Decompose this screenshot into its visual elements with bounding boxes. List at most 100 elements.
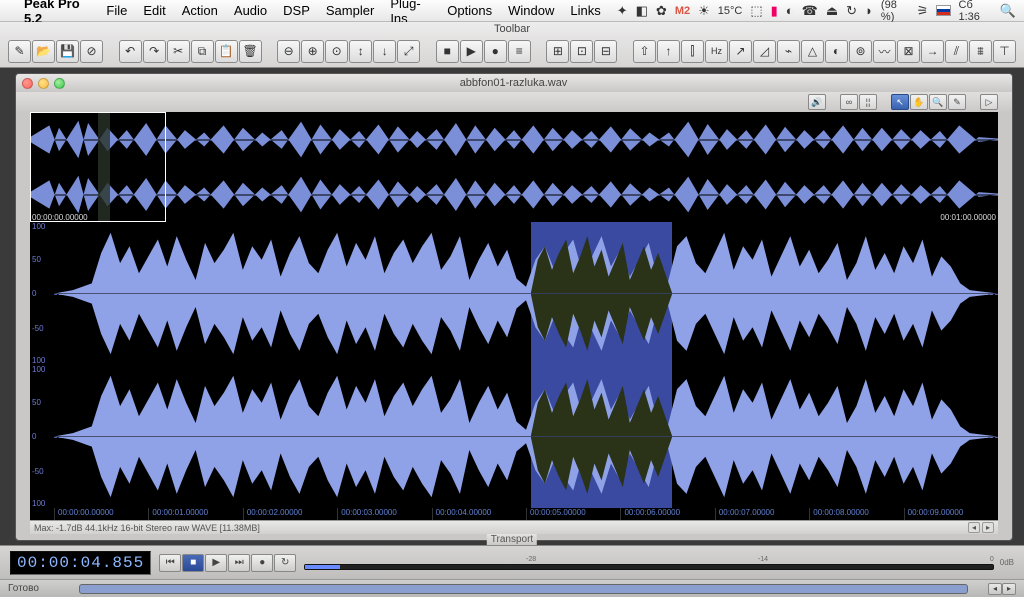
record-button[interactable]: ● (484, 40, 507, 63)
menu-options[interactable]: Options (447, 3, 492, 18)
copy-button[interactable]: ⧉ (191, 40, 214, 63)
axis-label: 100 (32, 365, 45, 374)
delete-button[interactable]: 🗑 (239, 40, 262, 63)
document-title: abbfon01-razluka.wav (65, 77, 962, 89)
axis-label: 100 (32, 356, 45, 365)
play-button[interactable]: ▶ (205, 554, 227, 572)
save-button[interactable]: 💾 (56, 40, 79, 63)
menu-links[interactable]: Links (570, 3, 600, 18)
forward-button[interactable]: ⏭ (228, 554, 250, 572)
waveform-area[interactable]: 100 50 0 -50 100 100 50 0 -50 100 (30, 222, 998, 520)
batch-button[interactable]: ⊡ (570, 40, 593, 63)
view-button[interactable]: ⤢ (397, 40, 420, 63)
dsp-button[interactable]: △ (801, 40, 824, 63)
channel-right[interactable]: 100 50 0 -50 100 (30, 365, 998, 508)
loop-mode-button[interactable]: ∞ (840, 94, 858, 110)
zoom-out-button[interactable]: ⊖ (277, 40, 300, 63)
marker-mode-button[interactable]: ¦¦ (859, 94, 877, 110)
record-button[interactable]: ● (251, 554, 273, 572)
document-titlebar[interactable]: abbfon01-razluka.wav (16, 74, 1012, 92)
speaker-button[interactable]: 🔊 (808, 94, 826, 110)
scroll-arrow-button[interactable]: ▸ (982, 522, 994, 533)
gmail-icon[interactable]: M2 (675, 5, 690, 17)
menuextra-icon[interactable]: ⏏ (826, 3, 838, 19)
menuextra-icon[interactable]: ⬚ (750, 3, 762, 19)
hand-tool-button[interactable]: ✋ (910, 94, 928, 110)
playlist-button[interactable]: ⊞ (546, 40, 569, 63)
pencil-tool-button[interactable]: ✎ (948, 94, 966, 110)
status-progress-track[interactable] (79, 584, 968, 594)
time-ruler[interactable]: 00:00:00.00000 00:00:01.00000 00:00:02.0… (30, 508, 998, 520)
dsp-button[interactable]: 〰 (873, 40, 896, 63)
cut-button[interactable]: ✂ (167, 40, 190, 63)
dsp-button[interactable]: ↗ (729, 40, 752, 63)
window-zoom-icon[interactable] (54, 78, 65, 89)
dsp-button[interactable]: ⇧ (633, 40, 656, 63)
menuextra-icon[interactable]: ✿ (656, 3, 667, 19)
zoom-tool-button[interactable]: 🔍 (929, 94, 947, 110)
undo-button[interactable]: ↶ (119, 40, 142, 63)
menu-action[interactable]: Action (182, 3, 218, 18)
zoom-fit-button[interactable]: ⊙ (325, 40, 348, 63)
battery-icon[interactable]: ◗ (865, 3, 873, 18)
rewind-button[interactable]: ⏮ (159, 554, 181, 572)
dsp-button[interactable]: ◿ (753, 40, 776, 63)
play-button[interactable]: ▶ (460, 40, 483, 63)
dsp-button[interactable]: ⊤ (993, 40, 1016, 63)
overview-viewport-box[interactable] (30, 112, 166, 222)
timemachine-icon[interactable]: ↻ (846, 3, 857, 19)
clock[interactable]: Сб 1:36 (959, 0, 992, 23)
transport-bar: Transport 00:00:04.855 ⏮ ■ ▶ ⏭ ● ↻ -28 -… (0, 545, 1024, 579)
dsp-button[interactable]: ◐ (825, 40, 848, 63)
dsp-button[interactable]: Hz (705, 40, 728, 63)
scroll-arrow-button[interactable]: ◂ (968, 522, 980, 533)
menu-audio[interactable]: Audio (234, 3, 267, 18)
paste-button[interactable]: 📋 (215, 40, 238, 63)
dropbox-icon[interactable]: ◧ (636, 3, 648, 19)
overview-strip[interactable]: 00:00:00.00000 00:01:00.00000 (30, 112, 998, 222)
menuextra-icon[interactable]: ✦ (617, 3, 628, 19)
stop-button[interactable]: ■ (436, 40, 459, 63)
vbox-button[interactable]: ⊟ (594, 40, 617, 63)
menu-edit[interactable]: Edit (143, 3, 165, 18)
input-source-flag-icon[interactable] (936, 5, 950, 16)
menu-file[interactable]: File (106, 3, 127, 18)
play-selection-button[interactable]: ▷ (980, 94, 998, 110)
wifi-icon[interactable]: ⚞ (917, 3, 929, 19)
dsp-button[interactable]: ⊚ (849, 40, 872, 63)
stop-button[interactable]: ■ (182, 554, 204, 572)
dsp-button[interactable]: ↑ (657, 40, 680, 63)
dsp-button[interactable]: → (921, 40, 944, 63)
dsp-button[interactable]: ⫿ (681, 40, 704, 63)
arrow-tool-button[interactable]: ↖ (891, 94, 909, 110)
document-info-bar: Max: -1.7dB 44.1kHz 16-bit Stereo raw WA… (30, 520, 998, 534)
loop-button[interactable]: ↻ (274, 554, 296, 572)
close-button[interactable]: ⊘ (80, 40, 103, 63)
document-toolbar: 🔊 ∞ ¦¦ ↖ ✋ 🔍 ✎ ▷ (16, 92, 1012, 112)
channel-left[interactable]: 100 50 0 -50 100 (30, 222, 998, 365)
dsp-button[interactable]: ⊠ (897, 40, 920, 63)
view-button[interactable]: ↓ (373, 40, 396, 63)
new-button[interactable]: ✎ (8, 40, 31, 63)
menu-window[interactable]: Window (508, 3, 554, 18)
dsp-button[interactable]: ⫽ (945, 40, 968, 63)
loop-button[interactable]: ≡ (508, 40, 531, 63)
redo-button[interactable]: ↷ (143, 40, 166, 63)
menuextra-icon[interactable]: ◐ (786, 3, 794, 18)
scroll-right-button[interactable]: ▸ (1002, 583, 1016, 595)
window-close-icon[interactable] (22, 78, 33, 89)
spotlight-icon[interactable]: 🔍 (1000, 3, 1016, 19)
view-button[interactable]: ↕ (349, 40, 372, 63)
zoom-in-button[interactable]: ⊕ (301, 40, 324, 63)
menuextra-icon[interactable]: ☎ (802, 3, 818, 19)
dsp-button[interactable]: ⌁ (777, 40, 800, 63)
menuextra-icon[interactable]: ▮ (771, 3, 778, 19)
waveform (54, 294, 998, 362)
menu-dsp[interactable]: DSP (283, 3, 310, 18)
sun-icon[interactable]: ☀ (698, 3, 710, 19)
window-minimize-icon[interactable] (38, 78, 49, 89)
dsp-button[interactable]: ⩩ (969, 40, 992, 63)
scroll-left-button[interactable]: ◂ (988, 583, 1002, 595)
open-button[interactable]: 📂 (32, 40, 55, 63)
menu-sampler[interactable]: Sampler (326, 3, 374, 18)
